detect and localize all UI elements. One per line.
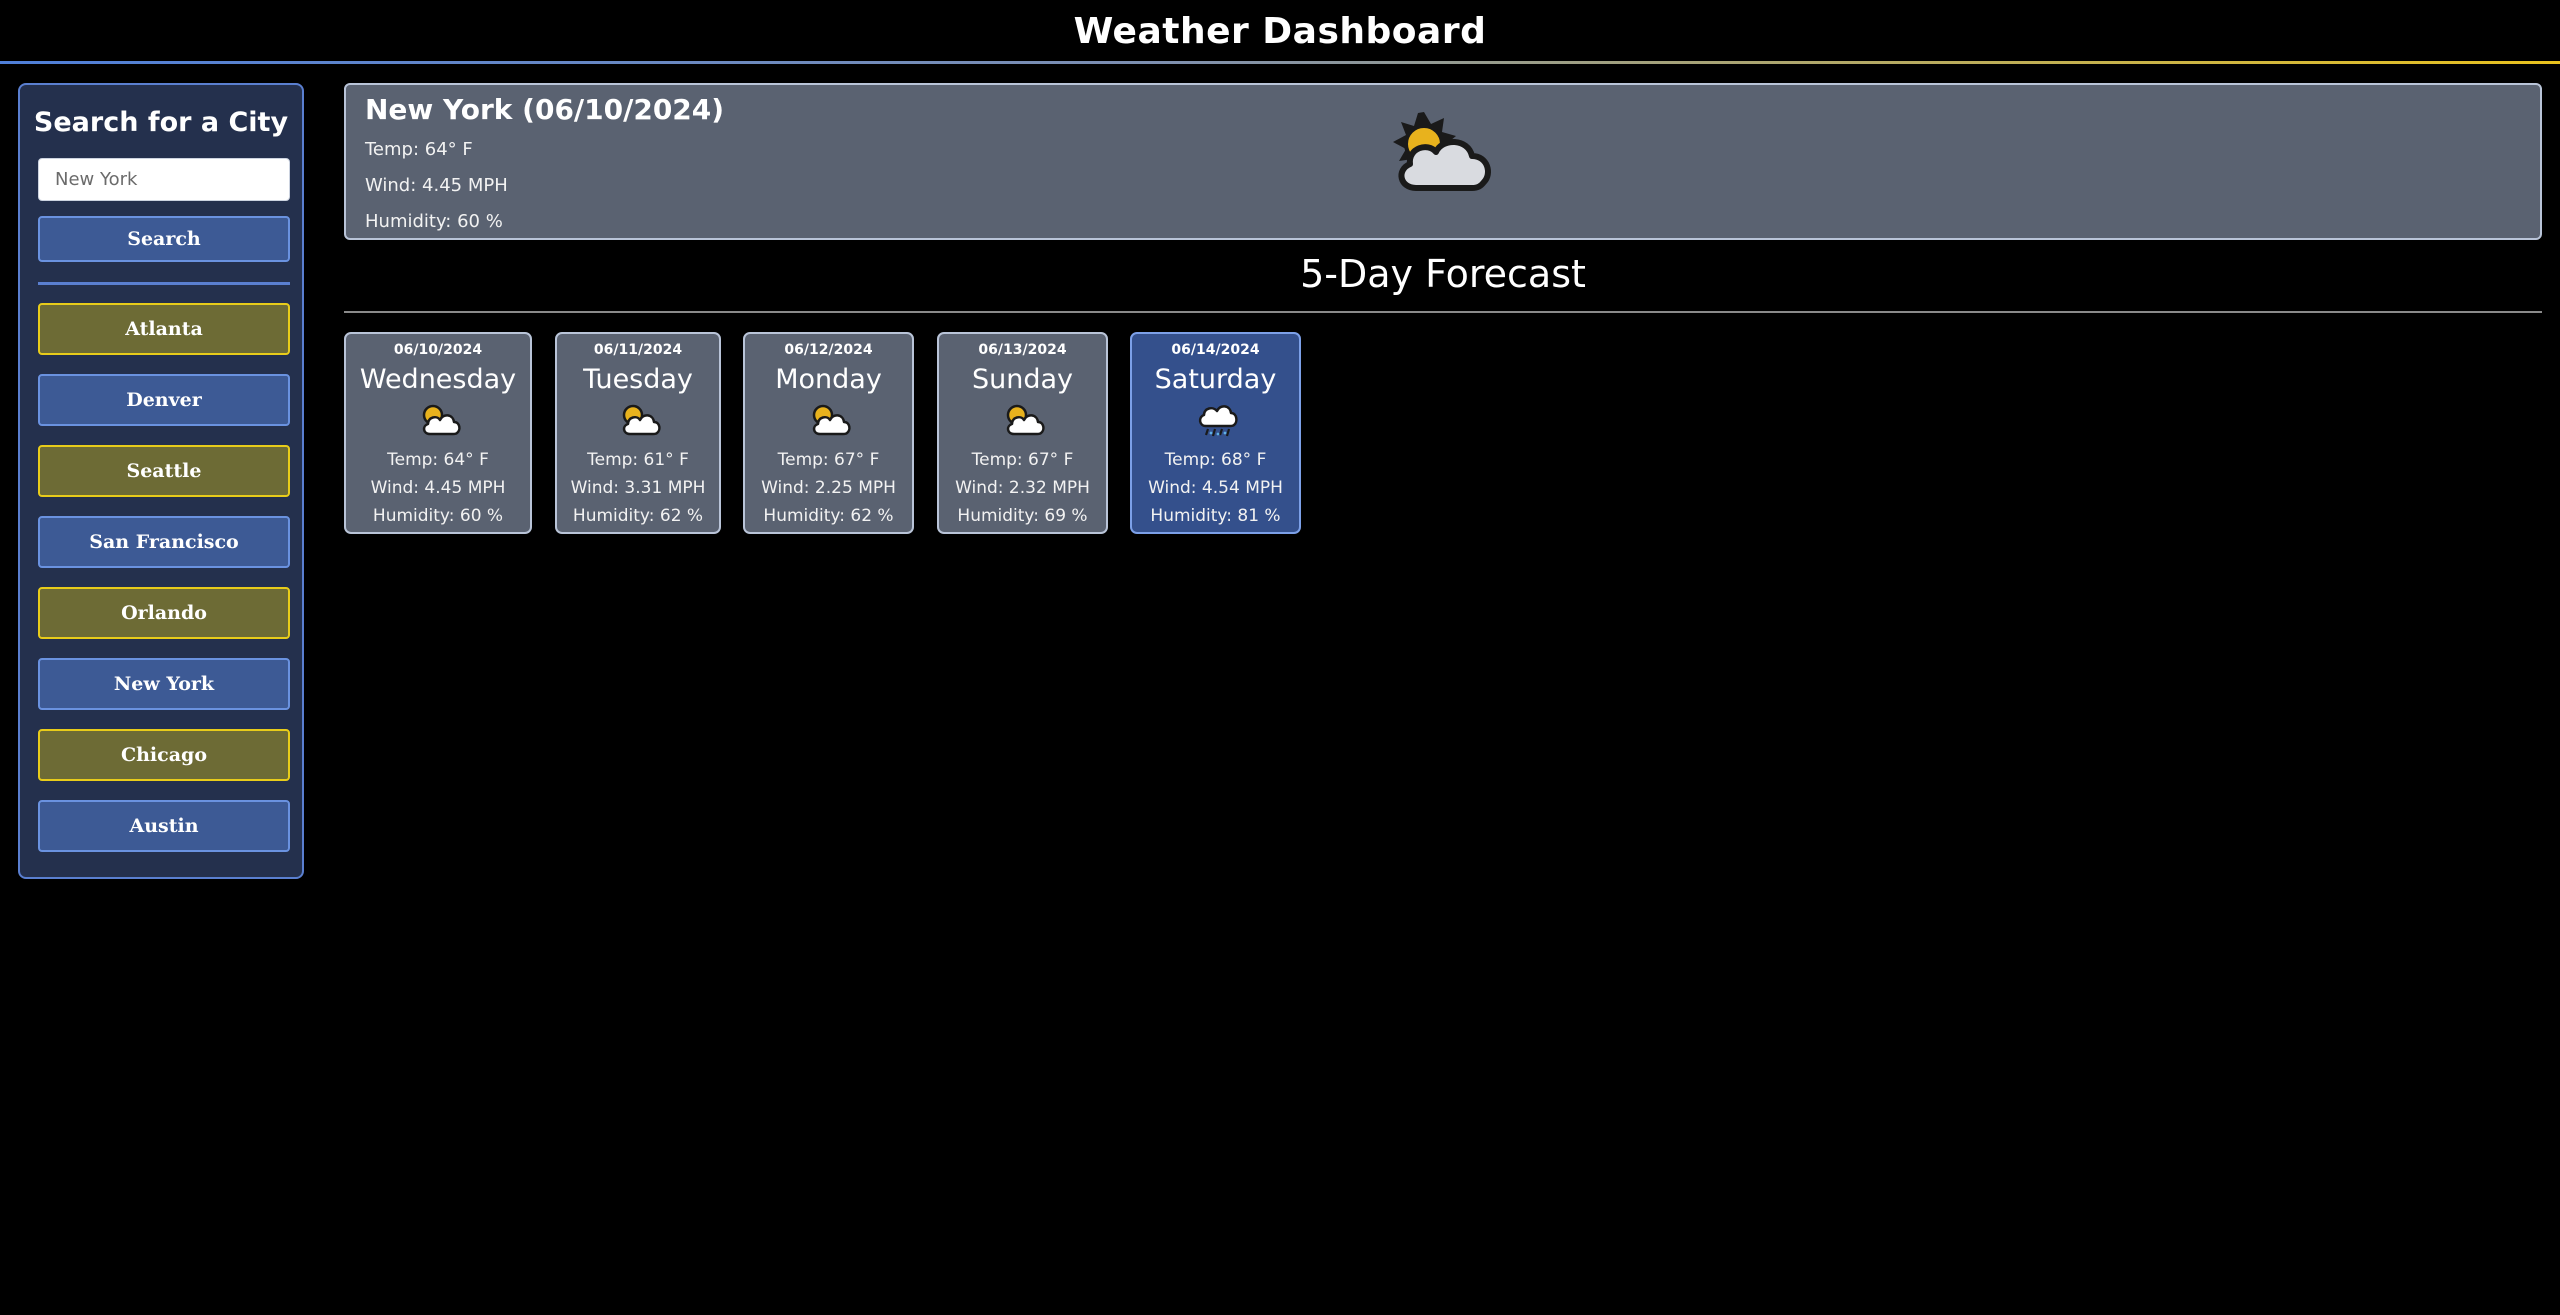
forecast-temp: Temp: 67° F [971,450,1074,470]
forecast-humidity: Humidity: 62 % [763,506,894,526]
partly-cloudy-icon [622,404,661,436]
forecast-wind: Wind: 3.31 MPH [570,478,706,498]
city-button-austin[interactable]: Austin [38,800,290,852]
forecast-wind: Wind: 2.25 MPH [761,478,896,498]
forecast-divider [344,311,2542,313]
city-button-denver[interactable]: Denver [38,374,290,426]
forecast-day-name: Monday [775,364,882,395]
partly-cloudy-icon [1006,404,1045,436]
forecast-date: 06/10/2024 [393,342,483,358]
forecast-temp: Temp: 61° F [587,450,689,470]
forecast-wind: Wind: 2.32 MPH [955,478,1090,498]
partly-cloudy-icon [812,404,851,436]
city-button-orlando[interactable]: Orlando [38,587,290,639]
forecast-date: 06/11/2024 [593,342,683,358]
forecast-heading: 5-Day Forecast [1300,252,1586,296]
forecast-humidity: Humidity: 62 % [572,506,704,526]
forecast-date: 06/14/2024 [1171,342,1260,358]
forecast-date: 06/12/2024 [784,342,873,358]
forecast-card: 06/14/2024 Saturday Temp: 68° F Wind: 4.… [1130,332,1301,534]
current-humidity: Humidity: 60 % [365,211,503,232]
city-button-chicago[interactable]: Chicago [38,729,290,781]
forecast-day-name: Sunday [971,364,1074,395]
forecast-day-name: Tuesday [583,364,693,395]
forecast-day-name: Wednesday [359,364,517,395]
forecast-card: 06/13/2024 Sunday Temp: 67° F Wind: 2.32… [937,332,1108,534]
forecast-humidity: Humidity: 69 % [957,506,1088,526]
search-sidebar: Search for a City Search Atlanta Denver … [18,83,304,879]
partly-cloudy-icon [422,404,461,436]
rain-cloud-icon [1198,405,1238,437]
forecast-temp: Temp: 68° F [1164,450,1267,470]
header-divider [0,61,2560,64]
city-button-san-francisco[interactable]: San Francisco [38,516,290,568]
page-title: Weather Dashboard [1073,10,1487,52]
app-header: Weather Dashboard [0,0,2560,62]
forecast-humidity: Humidity: 81 % [1150,506,1281,526]
current-city-title: New York (06/10/2024) [365,93,725,126]
forecast-card: 06/10/2024 Wednesday Temp: 64° F Wind: 4… [344,332,532,534]
search-button[interactable]: Search [38,216,290,262]
city-button-atlanta[interactable]: Atlanta [38,303,290,355]
forecast-humidity: Humidity: 60 % [372,506,504,526]
partly-cloudy-icon [1393,112,1491,191]
current-weather-card: New York (06/10/2024) Temp: 64° F Wind: … [344,83,2542,240]
forecast-date: 06/13/2024 [978,342,1067,358]
forecast-card: 06/11/2024 Tuesday Temp: 61° F Wind: 3.3… [555,332,721,534]
city-button-new-york[interactable]: New York [38,658,290,710]
sidebar-divider [38,282,290,285]
forecast-card: 06/12/2024 Monday Temp: 67° F Wind: 2.25… [743,332,914,534]
city-search-input[interactable] [38,158,290,201]
city-button-seattle[interactable]: Seattle [38,445,290,497]
forecast-wind: Wind: 4.54 MPH [1148,478,1283,498]
current-temp: Temp: 64° F [365,139,473,160]
sidebar-title: Search for a City [33,107,289,138]
forecast-temp: Temp: 67° F [777,450,880,470]
forecast-wind: Wind: 4.45 MPH [370,478,506,498]
forecast-day-name: Saturday [1154,364,1277,395]
current-wind: Wind: 4.45 MPH [365,175,508,196]
forecast-temp: Temp: 64° F [387,450,489,470]
